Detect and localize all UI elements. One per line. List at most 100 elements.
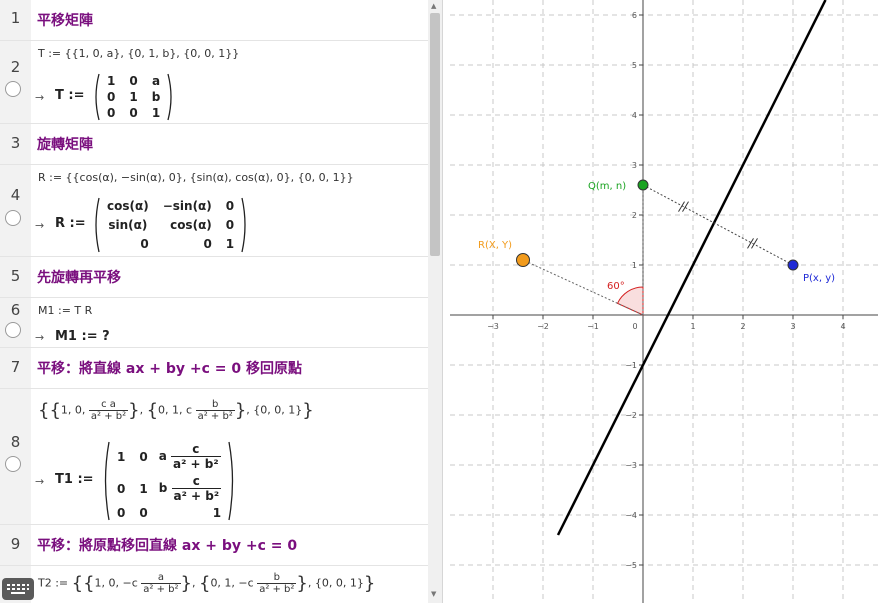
y-tick-label: 1: [632, 261, 637, 270]
matrix-cell: 0: [140, 236, 149, 251]
keyboard-icon: [7, 584, 29, 594]
algebra-row-4[interactable]: 4 R := {{cos(α), −sin(α), 0}, {sin(α), c…: [0, 165, 428, 257]
y-tick-label: −3: [625, 461, 637, 470]
point-R[interactable]: [516, 253, 530, 267]
y-tick-label: 2: [632, 211, 637, 220]
algebra-row-10[interactable]: T2 := {{1, 0, −c a a² + b²}, {0, 1, −c ba…: [0, 566, 428, 603]
text-title[interactable]: 平移矩陣: [37, 10, 93, 30]
text-title[interactable]: 平移：將直線 ax + by +c = 0 移回原點: [37, 358, 302, 378]
matrix-cell: 1: [117, 449, 126, 464]
output-arrow-icon: →: [35, 475, 45, 488]
visibility-toggle[interactable]: [5, 456, 21, 472]
row-number-cell: 2: [0, 41, 31, 123]
matrix-table: cos(α) −sin(α) 0 sin(α) cos(α) 0 001: [100, 197, 241, 253]
matrix-cell: 1: [139, 481, 148, 496]
algebra-row-8[interactable]: 8 {{1, 0, c a a² + b²}, {0, 1, c b a² + b²…: [0, 389, 428, 525]
matrix-cell: 0: [129, 74, 138, 88]
matrix-cell: 0: [107, 106, 116, 120]
matrix-table: 10a 01b 001: [100, 73, 167, 121]
text-title[interactable]: 旋轉矩陣: [37, 134, 93, 154]
segment-QP: [642, 184, 794, 266]
input-text[interactable]: M1 := T R: [38, 304, 92, 317]
graphics-view[interactable]: −3 −2 −1 0 1 2 3 4 6 5 4 3 2 1 −1 −2 −3 −4 −5 60° Q(m, n)…: [450, 0, 878, 603]
row-number-cell: 4: [0, 165, 31, 256]
left-paren-icon: [95, 197, 100, 253]
algebra-row-1[interactable]: 1 平移矩陣: [0, 0, 428, 41]
matrix-cell: 0: [129, 106, 138, 120]
row-number-cell: 7: [0, 348, 31, 388]
y-tick-label: −4: [625, 511, 637, 520]
row-number-cell: 9: [0, 525, 31, 565]
algebra-row-2[interactable]: 2 T := {{1, 0, a}, {0, 1, b}, {0, 0, 1}}…: [0, 41, 428, 124]
row-number: 8: [10, 433, 21, 451]
input-text[interactable]: T := {{1, 0, a}, {0, 1, b}, {0, 0, 1}}: [38, 47, 239, 60]
visibility-toggle[interactable]: [5, 210, 21, 226]
point-label: Q(m, n): [588, 181, 626, 192]
matrix-T: 10a 01b 001: [92, 73, 175, 121]
visibility-toggle[interactable]: [5, 322, 21, 338]
x-tick-label: −1: [587, 322, 599, 331]
scrollbar-thumb[interactable]: [430, 13, 440, 256]
text-title[interactable]: 平移：將原點移回直線 ax + by +c = 0: [37, 535, 297, 555]
matrix-cell: 0: [139, 449, 148, 464]
line-ax-by-c[interactable]: [556, 0, 827, 536]
right-paren-icon: [228, 441, 234, 521]
matrix-cell: a c a² + b²: [158, 442, 221, 472]
right-paren-icon: [241, 197, 246, 253]
output-lhs: T1 :=: [55, 472, 94, 487]
matrix-cell: a: [151, 74, 161, 88]
x-tick-label: −2: [537, 322, 549, 331]
input-text[interactable]: R := {{cos(α), −sin(α), 0}, {sin(α), cos…: [38, 171, 354, 184]
matrix-cell: 1: [225, 236, 235, 251]
visibility-toggle[interactable]: [5, 81, 21, 97]
fraction: b a² + b²: [257, 572, 297, 595]
fraction: b a² + b²: [195, 399, 235, 422]
output-arrow-icon: →: [35, 91, 45, 104]
point-Q[interactable]: [637, 179, 649, 191]
points: Q(m, n) R(X, Y) P(x, y): [478, 179, 835, 284]
y-tick-label: −2: [625, 411, 637, 420]
output-value: M1 := ?: [55, 329, 110, 344]
input-part: 1, 0, −c: [94, 576, 138, 590]
matrix-cell: 0: [225, 199, 235, 214]
algebra-view: 1 平移矩陣 2 T := {{1, 0, a}, {0, 1, b}, {0,…: [0, 0, 428, 603]
input-text[interactable]: T2 := {{1, 0, −c a a² + b²}, {0, 1, −c ba…: [38, 572, 375, 595]
algebra-row-5[interactable]: 5 先旋轉再平移: [0, 257, 428, 298]
left-paren-icon: [95, 73, 100, 121]
angle-label: 60°: [607, 281, 625, 292]
algebra-row-7[interactable]: 7 平移：將直線 ax + by +c = 0 移回原點: [0, 348, 428, 389]
matrix-cell: 1: [212, 505, 222, 520]
matrix-cell: 0: [225, 217, 235, 232]
algebra-row-9[interactable]: 9 平移：將原點移回直線 ax + by +c = 0: [0, 525, 428, 566]
matrix-T1: 10 a c a² + b² 01 b c a² + b² 001: [102, 441, 236, 521]
output-arrow-icon: →: [35, 219, 45, 232]
fraction: c a a² + b²: [88, 399, 129, 422]
row-number: 7: [10, 358, 21, 376]
row-number-cell: 6: [0, 298, 31, 347]
scroll-up-icon[interactable]: ▲: [431, 2, 436, 10]
row-number-cell: 5: [0, 257, 31, 297]
scroll-down-icon[interactable]: ▼: [431, 590, 436, 598]
matrix-cell: 1: [151, 106, 161, 120]
point-P[interactable]: [787, 259, 799, 271]
x-tick-label: 4: [840, 322, 845, 331]
row-number: 3: [10, 134, 21, 152]
matrix-cell: b c a² + b²: [158, 474, 222, 504]
text-title[interactable]: 先旋轉再平移: [37, 267, 121, 287]
matrix-cell: 0: [117, 481, 126, 496]
input-text[interactable]: {{1, 0, c a a² + b²}, {0, 1, c b a² + b²},…: [38, 399, 314, 422]
y-tick-label: 4: [632, 111, 637, 120]
output-lhs: T :=: [55, 88, 85, 103]
input-part: 0, 1, c: [158, 403, 193, 417]
algebra-row-6[interactable]: 6 M1 := T R → M1 := ?: [0, 298, 428, 348]
x-tick-label: −3: [487, 322, 499, 331]
input-part: 0, 1, −c: [210, 576, 254, 590]
y-tick-label: −5: [625, 561, 637, 570]
right-paren-icon: [167, 73, 172, 121]
algebra-row-3[interactable]: 3 旋轉矩陣: [0, 124, 428, 165]
matrix-table: 10 a c a² + b² 01 b c a² + b² 001: [110, 441, 228, 521]
axes: [450, 0, 878, 603]
fraction: a a² + b²: [141, 572, 181, 595]
x-tick-label: 0: [632, 322, 637, 331]
keyboard-button[interactable]: [2, 578, 34, 600]
